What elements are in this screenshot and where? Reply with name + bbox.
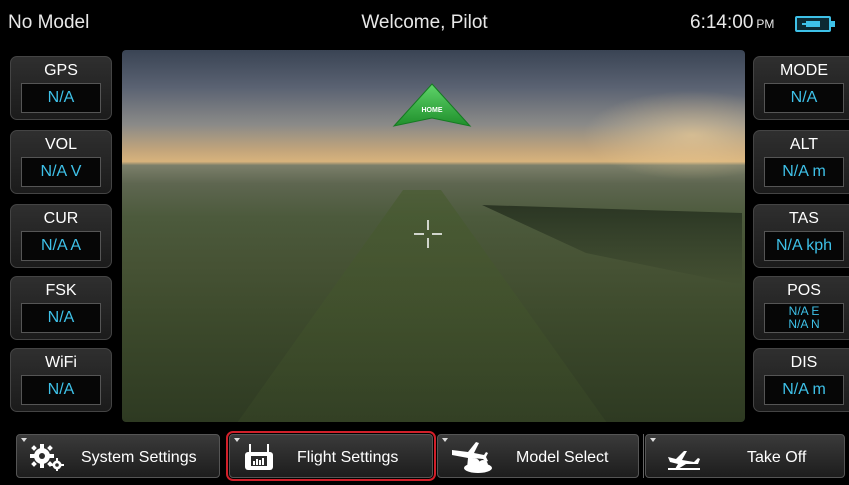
clock-time: 6:14:00 — [690, 12, 754, 33]
flight-settings-button[interactable]: Flight Settings — [226, 431, 436, 481]
distance-tile: DIS N/A m — [753, 348, 849, 412]
altitude-value: N/A m — [764, 157, 844, 187]
voltage-tile: VOL N/A V — [10, 130, 112, 194]
takeoff-icon — [668, 451, 700, 470]
position-label: POS — [787, 282, 821, 299]
camera-feed: HOME — [122, 50, 745, 422]
airspeed-label: TAS — [789, 210, 819, 227]
voltage-label: VOL — [44, 136, 77, 153]
model-select-label: Model Select — [516, 449, 609, 466]
position-north: N/A N — [788, 317, 820, 331]
airspeed-value: N/A kph — [764, 231, 844, 261]
take-off-label: Take Off — [747, 449, 807, 466]
system-settings-button[interactable]: System Settings — [16, 434, 220, 478]
mode-label: MODE — [780, 62, 828, 79]
altitude-tile: ALT N/A m — [753, 130, 849, 194]
mode-value: N/A — [764, 83, 844, 113]
current-label: CUR — [43, 210, 79, 227]
transmitter-icon — [245, 444, 273, 470]
model-select-button[interactable]: Model Select — [437, 434, 639, 478]
fsk-label: FSK — [45, 282, 77, 299]
wifi-value: N/A — [21, 375, 101, 405]
wifi-label: WiFi — [45, 354, 77, 371]
fsk-value: N/A — [21, 303, 101, 333]
clock: 6:14:00 PM — [690, 12, 774, 34]
system-settings-label: System Settings — [81, 449, 197, 466]
gps-value: N/A — [21, 83, 101, 113]
mode-tile: MODE N/A — [753, 56, 849, 120]
battery-charging-icon — [795, 16, 835, 32]
altitude-label: ALT — [789, 136, 819, 153]
voltage-value: N/A V — [21, 157, 101, 187]
gps-tile: GPS N/A — [10, 56, 112, 120]
flight-settings-label: Flight Settings — [297, 449, 399, 466]
gps-label: GPS — [44, 62, 78, 79]
current-tile: CUR N/A A — [10, 204, 112, 268]
current-value: N/A A — [21, 231, 101, 261]
position-tile: POS N/A E N/A N — [753, 276, 849, 340]
clock-ampm: PM — [756, 17, 775, 31]
wifi-tile: WiFi N/A — [10, 348, 112, 412]
gears-icon — [30, 444, 64, 471]
fsk-tile: FSK N/A — [10, 276, 112, 340]
bottom-nav: System Settings Flight Settings Model Se… — [0, 426, 849, 485]
status-bar: No Model Welcome, Pilot 6:14:00 PM — [0, 0, 849, 44]
distance-label: DIS — [790, 354, 818, 371]
crosshair-icon — [414, 220, 442, 248]
home-direction-marker: HOME — [392, 83, 472, 127]
position-value: N/A E N/A N — [764, 303, 844, 333]
take-off-button[interactable]: Take Off — [645, 434, 845, 478]
home-label: HOME — [422, 107, 443, 114]
airspeed-tile: TAS N/A kph — [753, 204, 849, 268]
plane-cloud-icon — [452, 442, 492, 473]
distance-value: N/A m — [764, 375, 844, 405]
